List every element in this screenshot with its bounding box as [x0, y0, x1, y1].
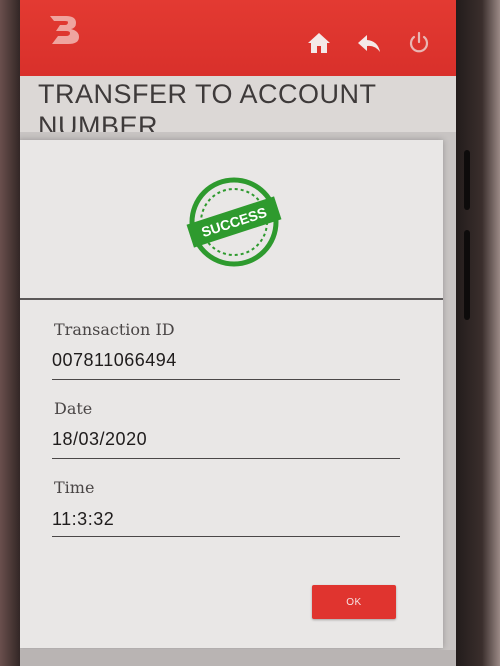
phone-side-button	[464, 150, 470, 210]
time-underline	[52, 536, 400, 537]
dialog-divider	[20, 298, 443, 300]
date-underline	[52, 458, 400, 459]
home-icon[interactable]	[306, 30, 332, 56]
background-strip	[20, 650, 456, 666]
transaction-id-underline	[52, 379, 400, 380]
transaction-id-label: Transaction ID	[54, 320, 175, 339]
back-icon[interactable]	[356, 30, 382, 56]
time-label: Time	[54, 478, 95, 497]
time-value: 11:3:32	[52, 509, 115, 529]
transaction-dialog: SUCCESS Transaction ID 007811066494 Date…	[20, 140, 443, 648]
page-title: TRANSFER TO ACCOUNT NUMBER	[38, 79, 377, 132]
success-stamp-text: SUCCESS	[199, 204, 268, 240]
phone-screen: TRANSFER TO ACCOUNT NUMBER SUCCESS Trans…	[20, 0, 456, 666]
date-value: 18/03/2020	[52, 429, 148, 449]
phone-volume-button	[464, 230, 470, 320]
ok-button[interactable]: OK	[312, 585, 396, 619]
app-header	[20, 0, 456, 76]
page-title-bar: TRANSFER TO ACCOUNT NUMBER	[20, 76, 456, 132]
power-icon[interactable]	[406, 30, 432, 56]
transaction-id-value: 007811066494	[52, 350, 177, 370]
bank-logo-icon	[50, 16, 79, 44]
date-label: Date	[54, 399, 93, 418]
success-stamp-icon: SUCCESS	[186, 177, 282, 267]
